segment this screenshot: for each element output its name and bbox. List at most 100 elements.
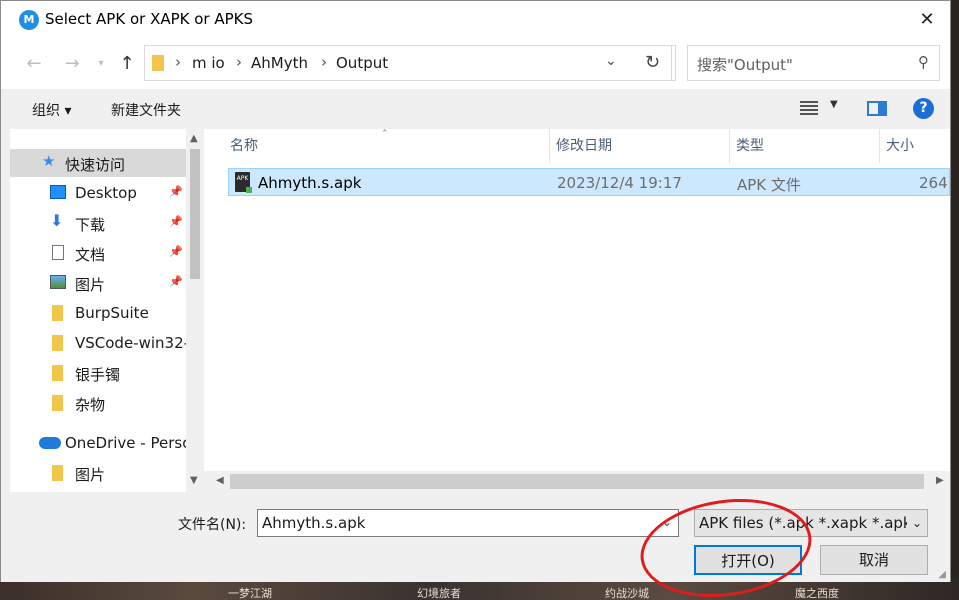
navigation-bar: ← → ▾ ↑ › m io › AhMyth › Output ⌄ ↻ 搜索"…: [1, 39, 950, 89]
column-header-size[interactable]: 大小: [880, 129, 950, 163]
background-label: 约战沙城: [605, 587, 649, 600]
address-bar[interactable]: › m io › AhMyth › Output ⌄: [144, 45, 676, 81]
view-options-icon[interactable]: [800, 101, 818, 115]
resize-grip-icon[interactable]: ◢: [938, 569, 946, 580]
view-dropdown-icon[interactable]: ▼: [830, 99, 838, 110]
sidebar-item-label: 图片: [75, 466, 106, 484]
sidebar-scrollbar[interactable]: ▲ ▼: [186, 129, 204, 492]
file-open-dialog: M Select APK or XAPK or APKS ✕ ← → ▾ ↑ ›…: [0, 0, 951, 582]
file-type: APK 文件: [737, 176, 801, 194]
sidebar-item-documents[interactable]: 文档 📌: [10, 239, 186, 267]
arrow-up-icon: ↑: [119, 53, 135, 74]
app-logo-icon: M: [19, 10, 39, 30]
sidebar-item-burpsuite[interactable]: BurpSuite: [10, 299, 186, 327]
column-label: 类型: [736, 138, 764, 154]
sidebar-item-label: 下载: [75, 216, 106, 234]
picture-icon: [50, 275, 66, 289]
apk-file-icon: APK: [235, 172, 252, 193]
file-row[interactable]: APK Ahmyth.s.apk 2023/12/4 19:17 APK 文件 …: [228, 168, 950, 196]
title-bar: M Select APK or XAPK or APKS ✕: [1, 1, 950, 39]
chevron-down-icon: ▾: [98, 58, 104, 69]
folder-icon: [152, 55, 164, 71]
refresh-button[interactable]: ↻: [634, 45, 672, 81]
close-button[interactable]: ✕: [904, 1, 950, 39]
chevron-right-icon: ›: [175, 53, 181, 71]
recent-locations-button[interactable]: ▾: [90, 52, 112, 76]
scroll-up-icon[interactable]: ▲: [190, 133, 198, 144]
column-label: 名称: [230, 138, 258, 154]
sidebar-item-quick-access[interactable]: ★ 快速访问: [10, 149, 186, 177]
sidebar-item-label: 银手镯: [75, 366, 121, 384]
file-list: 名称 ⌃ 修改日期 类型 大小 APK Ahmyth.s.apk 2023/12…: [204, 129, 950, 492]
sidebar-item-desktop[interactable]: Desktop 📌: [10, 179, 186, 207]
sidebar-item-label: VSCode-win32-: [75, 334, 190, 352]
preview-pane-icon[interactable]: [867, 101, 887, 116]
sidebar-item-downloads[interactable]: ⬇ 下载 📌: [10, 209, 186, 237]
background-label: 魔之西度: [795, 587, 839, 600]
sidebar-item-label: 图片: [75, 276, 106, 294]
refresh-icon: ↻: [644, 52, 661, 73]
pin-icon: 📌: [169, 215, 183, 228]
pin-icon: 📌: [169, 185, 183, 198]
address-dropdown-button[interactable]: ⌄: [605, 53, 617, 69]
up-button[interactable]: ↑: [116, 52, 138, 76]
column-label: 修改日期: [556, 138, 612, 154]
forward-button[interactable]: →: [61, 52, 83, 76]
arrow-left-icon: ←: [26, 53, 42, 74]
close-icon: ✕: [919, 9, 935, 30]
star-icon: ★: [42, 152, 56, 170]
search-icon: ⚲: [918, 53, 929, 71]
breadcrumb-item[interactable]: AhMyth: [251, 54, 308, 72]
search-input[interactable]: 搜索"Output" ⚲: [687, 45, 940, 81]
filename-value: Ahmyth.s.apk: [262, 514, 366, 532]
arrow-right-icon: →: [64, 53, 80, 74]
sidebar-item-onedrive-pictures[interactable]: 图片: [10, 459, 186, 487]
sidebar-item-pictures[interactable]: 图片 📌: [10, 269, 186, 297]
scroll-left-icon[interactable]: ◀: [216, 475, 224, 486]
sidebar-item-label: OneDrive - Perso: [65, 434, 192, 452]
pin-icon: 📌: [169, 275, 183, 288]
organize-button[interactable]: 组织 ▾: [32, 100, 71, 120]
scroll-down-icon[interactable]: ▼: [190, 475, 198, 486]
sidebar-item-label: BurpSuite: [75, 304, 149, 322]
background-label: 幻境旅者: [417, 587, 461, 600]
column-header-modified[interactable]: 修改日期: [550, 129, 730, 163]
folder-icon: [52, 305, 63, 321]
chevron-right-icon: ›: [321, 53, 327, 71]
new-folder-button[interactable]: 新建文件夹: [111, 100, 181, 120]
filename-input[interactable]: Ahmyth.s.apk ⌄: [257, 509, 679, 537]
file-size: 264: [919, 174, 948, 192]
folder-icon: [52, 365, 63, 381]
chevron-right-icon: ›: [236, 53, 242, 71]
sidebar-item-silver-bracelet[interactable]: 银手镯: [10, 359, 186, 387]
sidebar-item-label: 文档: [75, 246, 106, 264]
document-icon: [52, 245, 64, 260]
scroll-right-icon[interactable]: ▶: [936, 475, 944, 486]
sidebar-item-misc[interactable]: 杂物: [10, 389, 186, 417]
download-icon: ⬇: [50, 211, 64, 230]
sidebar-item-vscode[interactable]: VSCode-win32-: [10, 329, 190, 357]
sidebar-item-onedrive[interactable]: OneDrive - Perso: [10, 429, 191, 457]
horizontal-scrollbar[interactable]: ◀ ▶: [204, 471, 950, 492]
window-title: Select APK or XAPK or APKS: [45, 10, 254, 28]
back-button[interactable]: ←: [23, 52, 45, 76]
breadcrumb-item[interactable]: Output: [336, 54, 388, 72]
breadcrumb-item[interactable]: m io: [192, 54, 225, 72]
sort-ascending-icon: ⌃: [381, 129, 389, 139]
scrollbar-thumb[interactable]: [230, 474, 924, 489]
help-icon[interactable]: ?: [913, 98, 934, 119]
file-modified: 2023/12/4 19:17: [557, 174, 682, 192]
chevron-down-icon: ⌄: [907, 510, 927, 536]
column-header-type[interactable]: 类型: [730, 129, 880, 163]
desktop-icon: [50, 185, 66, 199]
scrollbar-thumb[interactable]: [190, 149, 200, 279]
sidebar-item-label: Desktop: [75, 184, 137, 202]
navigation-pane: ★ 快速访问 Desktop 📌 ⬇ 下载 📌 文档 📌 图片 📌 BurpSu…: [10, 129, 204, 492]
search-placeholder: 搜索"Output": [697, 56, 793, 74]
cloud-icon: [39, 437, 61, 449]
file-name: Ahmyth.s.apk: [258, 174, 362, 192]
cancel-button[interactable]: 取消: [820, 545, 928, 575]
sidebar-item-label: 杂物: [75, 396, 106, 414]
pin-icon: 📌: [169, 245, 183, 258]
column-label: 大小: [886, 138, 914, 154]
